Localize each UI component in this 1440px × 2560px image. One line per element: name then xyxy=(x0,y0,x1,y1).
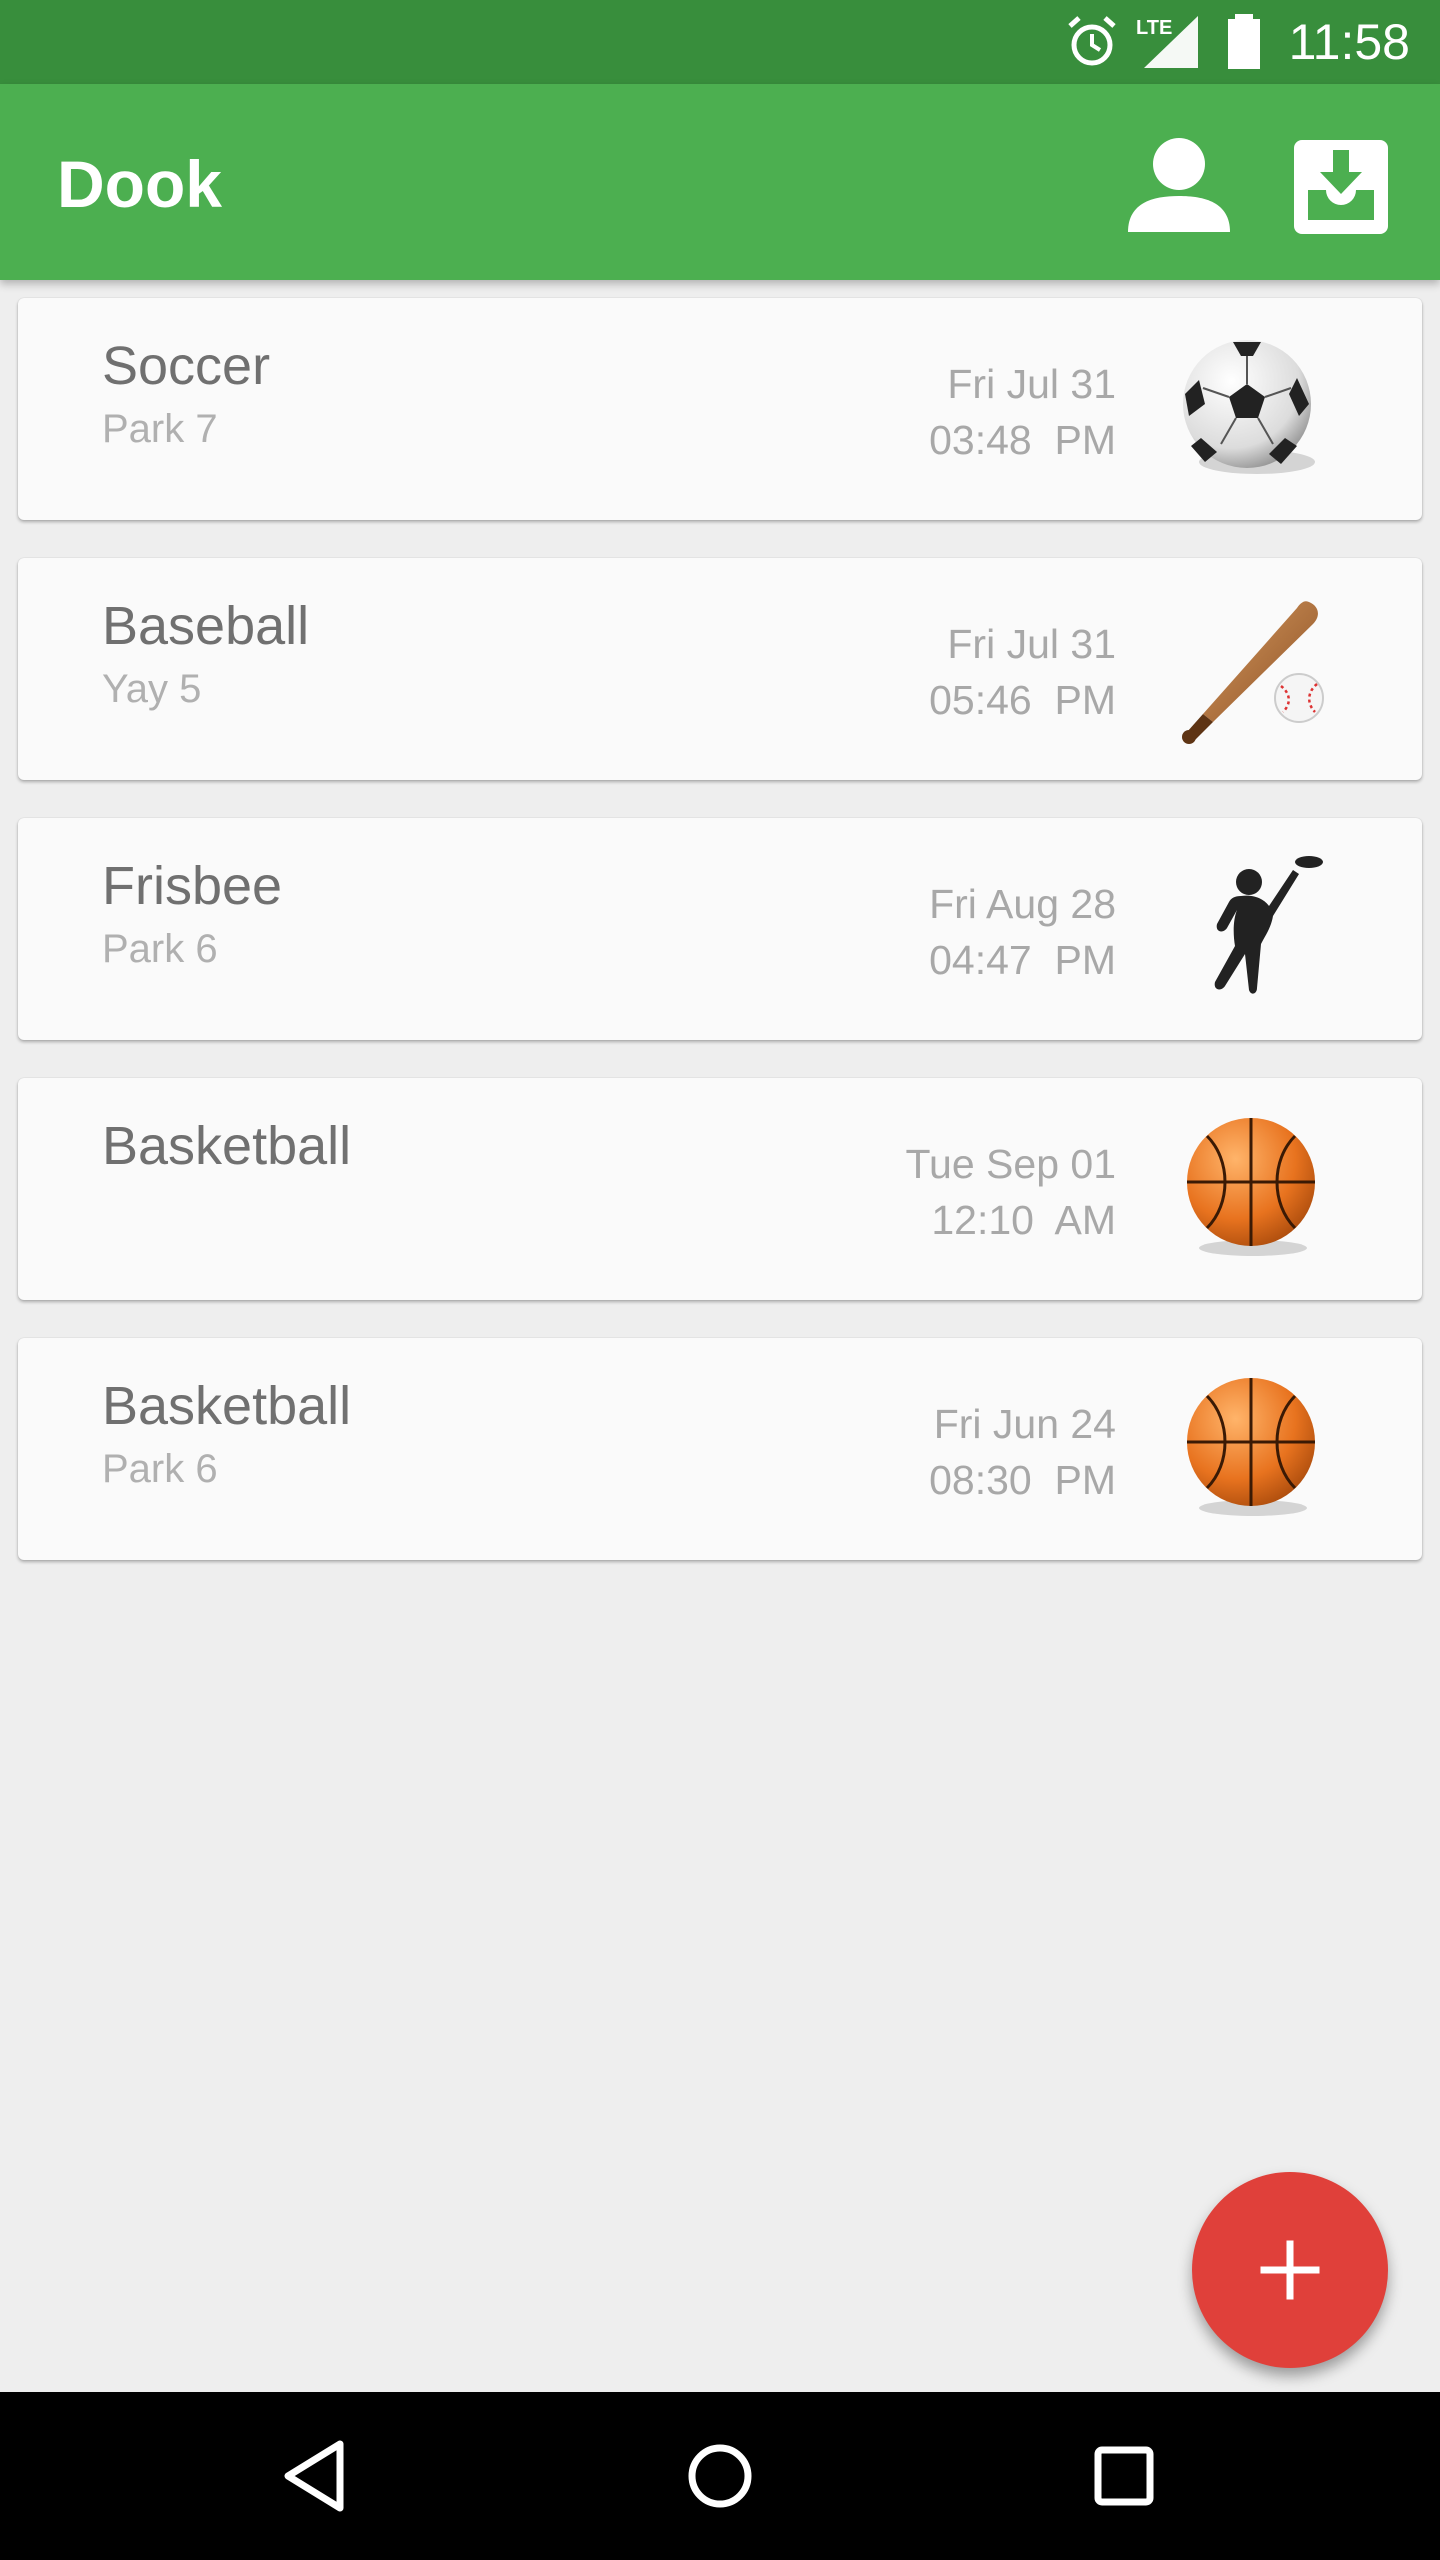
back-icon xyxy=(284,2440,344,2512)
event-title: Baseball xyxy=(102,596,310,656)
event-time: 03:48 PM xyxy=(929,417,1116,463)
profile-button[interactable] xyxy=(1124,132,1234,242)
status-bar: LTE 11:58 xyxy=(0,0,1440,84)
event-title: Soccer xyxy=(102,336,271,396)
inbox-download-button[interactable] xyxy=(1286,132,1396,242)
event-date: Fri Jul 31 xyxy=(947,621,1116,667)
recents-button[interactable] xyxy=(1074,2426,1174,2526)
event-time: 04:47 PM xyxy=(929,937,1116,983)
event-title: Basketball xyxy=(102,1116,352,1176)
event-location: Park 6 xyxy=(102,927,218,971)
event-title: Frisbee xyxy=(102,856,283,916)
plus-icon xyxy=(1260,2240,1320,2300)
app-bar: Dook xyxy=(0,84,1440,280)
lte-label: LTE xyxy=(1136,17,1172,39)
event-location: Yay 5 xyxy=(102,667,202,711)
event-title: Basketball xyxy=(102,1376,352,1436)
home-icon xyxy=(688,2444,752,2508)
alarm-icon xyxy=(1068,16,1116,66)
event-time: 12:10 AM xyxy=(931,1197,1116,1243)
recents-icon xyxy=(1094,2446,1154,2506)
event-card[interactable]: Basketball Tue Sep 01 12:10 AM xyxy=(18,1078,1422,1300)
event-location: Park 6 xyxy=(102,1447,218,1491)
soccer-ball-icon xyxy=(1183,340,1315,474)
baseball-bat-icon xyxy=(1182,601,1324,744)
event-date: Fri Aug 28 xyxy=(929,881,1116,927)
event-time: 05:46 PM xyxy=(929,677,1116,723)
event-card[interactable]: Frisbee Park 6 Fri Aug 28 04:47 PM xyxy=(18,818,1422,1040)
basketball-icon xyxy=(1187,1118,1315,1256)
navigation-bar xyxy=(0,2392,1440,2560)
add-event-button[interactable] xyxy=(1192,2172,1388,2368)
frisbee-player-icon xyxy=(1214,856,1323,994)
event-card[interactable]: Basketball Park 6 Fri Jun 24 08:30 PM xyxy=(18,1338,1422,1560)
profile-icon xyxy=(1128,138,1230,232)
battery-icon xyxy=(1228,14,1260,69)
event-date: Fri Jun 24 xyxy=(933,1401,1116,1447)
event-date: Tue Sep 01 xyxy=(905,1141,1116,1187)
event-location: Park 7 xyxy=(102,407,218,451)
app-title: Dook xyxy=(57,147,222,221)
event-list: Soccer Park 7 Fri Jul 31 03:48 PM Baseba… xyxy=(18,298,1422,1598)
home-button[interactable] xyxy=(670,2426,770,2526)
back-button[interactable] xyxy=(266,2426,366,2526)
lte-signal-icon: LTE xyxy=(1136,16,1198,68)
status-time: 11:58 xyxy=(1288,14,1410,70)
event-time: 08:30 PM xyxy=(929,1457,1116,1503)
event-card[interactable]: Baseball Yay 5 Fri Jul 31 05:46 PM xyxy=(18,558,1422,780)
inbox-download-icon xyxy=(1294,140,1388,234)
event-card[interactable]: Soccer Park 7 Fri Jul 31 03:48 PM xyxy=(18,298,1422,520)
basketball-icon xyxy=(1187,1378,1315,1516)
event-date: Fri Jul 31 xyxy=(947,361,1116,407)
